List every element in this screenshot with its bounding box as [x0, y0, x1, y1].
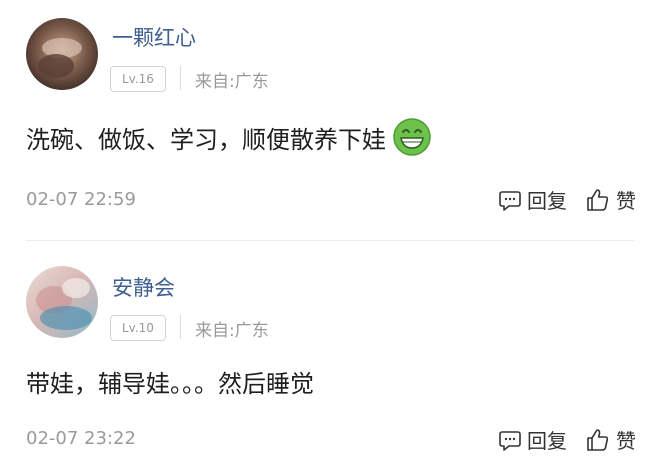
like-button[interactable]: 赞: [585, 425, 636, 454]
comment-text: 洗碗、做饭、学习，顺便散养下娃: [26, 125, 386, 154]
comment-bubble-icon: [499, 190, 521, 211]
thumbs-up-icon: [587, 428, 609, 451]
like-label: 赞: [616, 429, 636, 453]
timestamp: 02-07 22:59: [26, 189, 136, 210]
comment-actions: 回复 赞: [498, 185, 636, 214]
level-badge: Lv.10: [110, 315, 166, 341]
like-label: 赞: [616, 189, 636, 213]
location: 来自:广东: [195, 321, 269, 341]
separator: [180, 66, 181, 90]
comment-content: 带娃，辅导娃。。。然后睡觉: [26, 364, 314, 399]
timestamp: 02-07 23:22: [26, 428, 136, 449]
reply-label: 回复: [527, 189, 567, 213]
reply-button[interactable]: 回复: [498, 185, 567, 214]
comment-text: 带娃，辅导娃。。。然后睡觉: [26, 370, 314, 398]
comment-item: 一颗红心 Lv.16 来自:广东 洗碗、做饭、学习，顺便散养下娃 02-07 2…: [0, 0, 660, 240]
username[interactable]: 安静会: [112, 272, 175, 302]
comment-actions: 回复 赞: [498, 425, 636, 454]
avatar[interactable]: [26, 18, 98, 90]
separator: [180, 315, 181, 339]
username[interactable]: 一颗红心: [112, 22, 196, 52]
thumbs-up-icon: [587, 188, 609, 211]
comment-item: 安静会 Lv.10 来自:广东 带娃，辅导娃。。。然后睡觉 02-07 23:2…: [0, 240, 660, 461]
like-button[interactable]: 赞: [585, 185, 636, 214]
level-badge: Lv.16: [110, 66, 166, 92]
avatar[interactable]: [26, 266, 98, 338]
location: 来自:广东: [195, 72, 269, 92]
comment-content: 洗碗、做饭、学习，顺便散养下娃: [26, 117, 432, 157]
grinning-face-emoji-icon: [392, 117, 432, 157]
reply-button[interactable]: 回复: [498, 425, 567, 454]
comment-bubble-icon: [499, 430, 521, 451]
reply-label: 回复: [527, 429, 567, 453]
